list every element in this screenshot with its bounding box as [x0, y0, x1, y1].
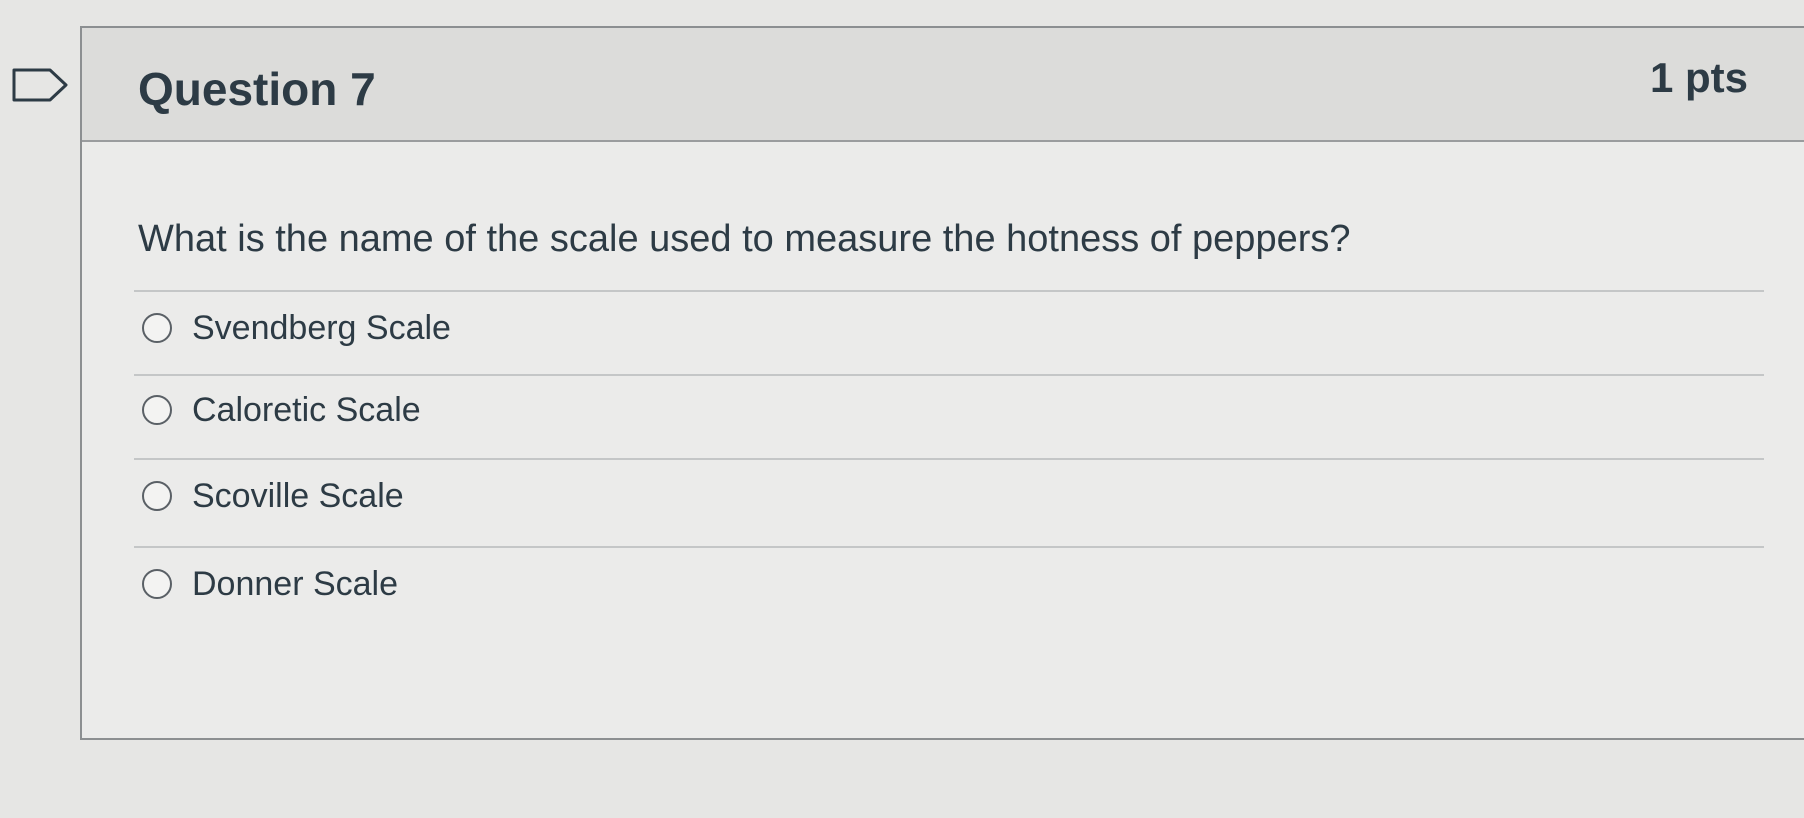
radio-button-icon[interactable] [142, 313, 172, 343]
radio-button-icon[interactable] [142, 569, 172, 599]
divider [134, 290, 1764, 292]
answer-option-svendberg[interactable]: Svendberg Scale [142, 298, 451, 358]
answer-option-scoville[interactable]: Scoville Scale [142, 466, 404, 526]
answer-option-caloretic[interactable]: Caloretic Scale [142, 380, 421, 440]
question-points: 1 pts [1649, 54, 1748, 101]
radio-button-icon[interactable] [142, 481, 172, 511]
question-text: What is the name of the scale used to me… [138, 218, 1351, 260]
divider [134, 546, 1764, 548]
answer-label: Donner Scale [192, 564, 399, 603]
divider [134, 458, 1764, 460]
answer-label: Scoville Scale [192, 476, 404, 515]
question-header: Question 7 1 pts [82, 28, 1804, 142]
radio-button-icon[interactable] [142, 395, 172, 425]
question-card: Question 7 1 pts What is the name of the… [80, 26, 1804, 740]
flag-question-icon[interactable] [10, 66, 72, 104]
answer-option-donner[interactable]: Donner Scale [142, 554, 398, 614]
question-title: Question 7 [138, 63, 376, 115]
answer-label: Caloretic Scale [192, 390, 421, 429]
divider [134, 374, 1764, 376]
answer-label: Svendberg Scale [192, 308, 451, 347]
